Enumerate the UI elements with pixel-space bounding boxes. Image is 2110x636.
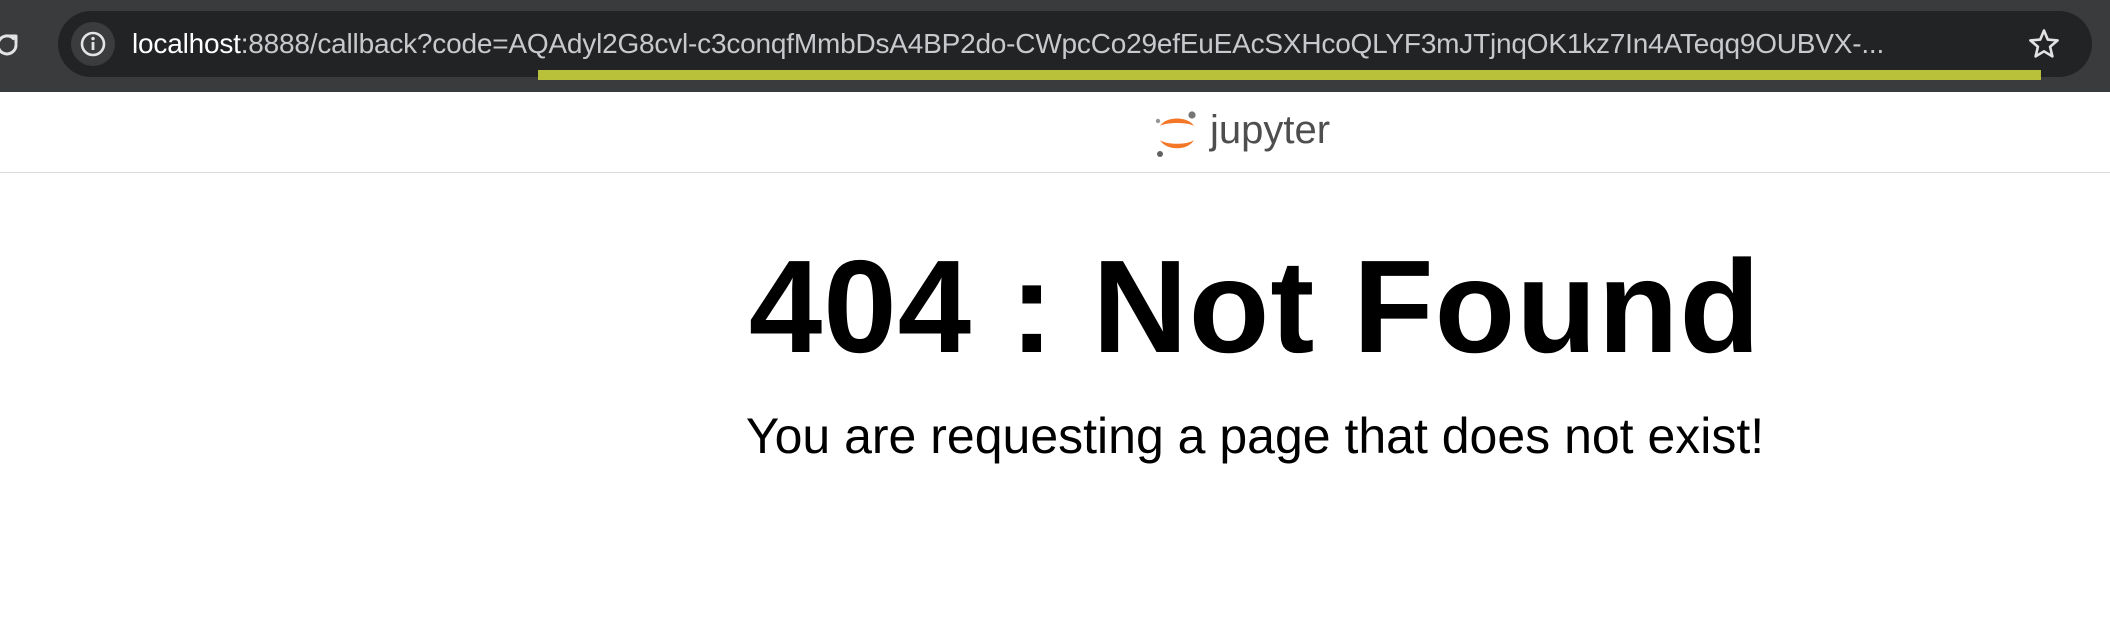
- url-path: :8888/callback?code=AQAdyl2G8cvl-c3conqf…: [240, 28, 1885, 59]
- jupyter-logo[interactable]: jupyter: [1152, 102, 1372, 164]
- browser-toolbar: localhost:8888/callback?code=AQAdyl2G8cv…: [0, 0, 2110, 92]
- url-host: localhost: [132, 28, 241, 59]
- info-icon[interactable]: [71, 22, 115, 66]
- url-highlight-underline: [538, 70, 2041, 80]
- url-text[interactable]: localhost:8888/callback?code=AQAdyl2G8cv…: [132, 11, 2067, 77]
- star-icon[interactable]: [2022, 22, 2066, 66]
- error-title: 404 : Not Found: [748, 233, 1762, 380]
- error-content: 404 : Not Found You are requesting a pag…: [520, 232, 1990, 466]
- address-bar[interactable]: localhost:8888/callback?code=AQAdyl2G8cv…: [58, 11, 2092, 77]
- jupyter-header: jupyter: [0, 92, 2110, 173]
- jupyter-logo-text: jupyter: [1209, 108, 1330, 152]
- error-message: You are requesting a page that does not …: [745, 408, 1765, 464]
- reload-icon[interactable]: [0, 28, 24, 62]
